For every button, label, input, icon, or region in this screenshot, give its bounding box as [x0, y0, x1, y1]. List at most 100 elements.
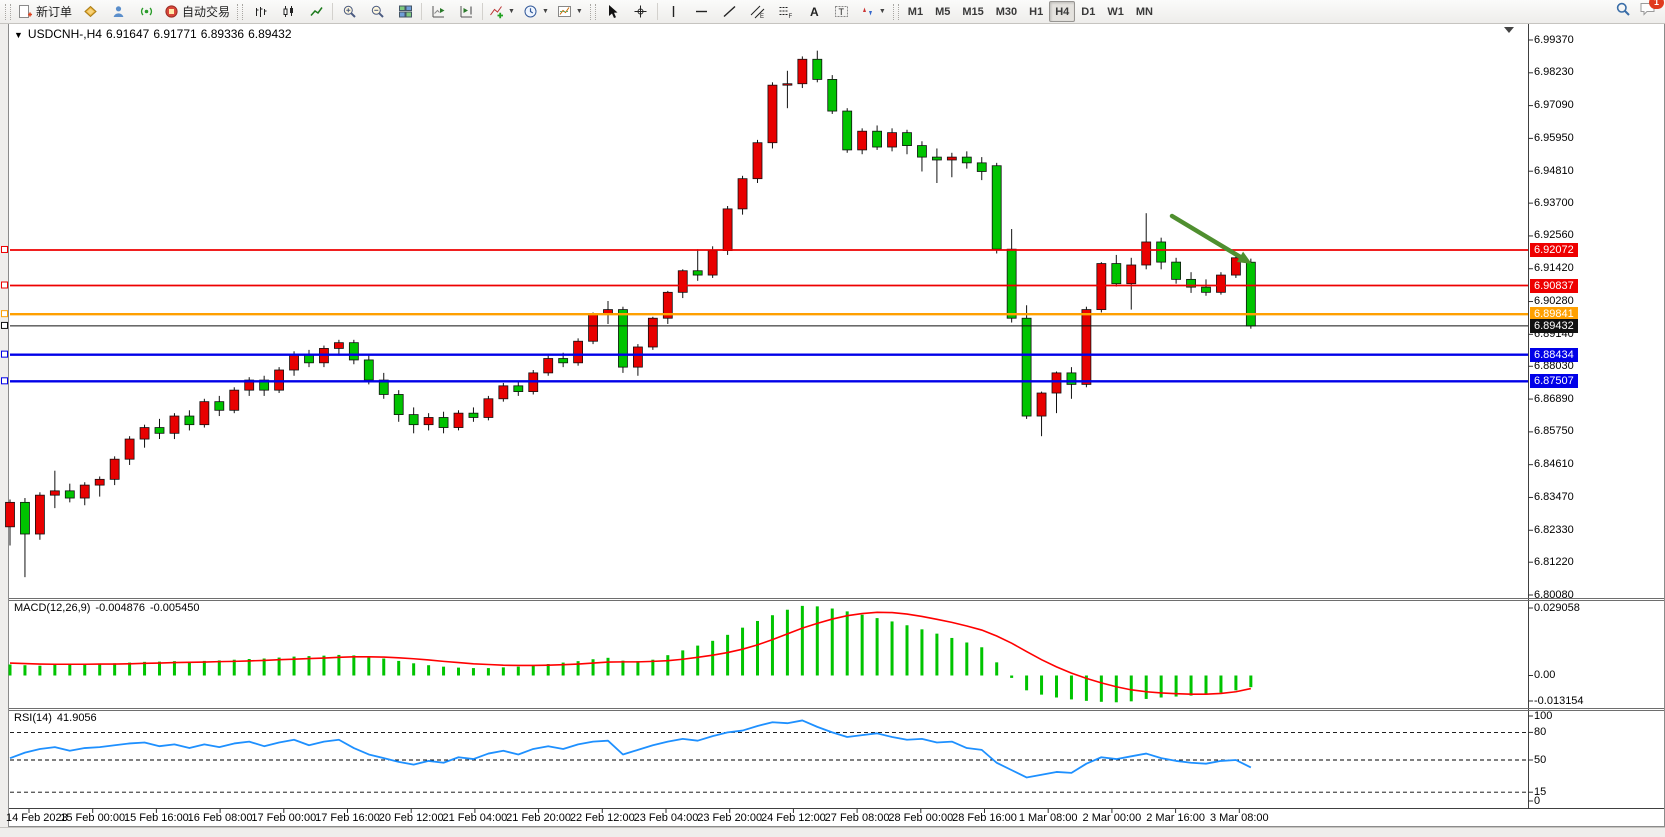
crosshair-button[interactable] [627, 1, 655, 23]
crosshair-icon [633, 4, 648, 19]
candlestick-chart-button[interactable] [274, 1, 302, 23]
macd-axis-label: 0.00 [1534, 669, 1555, 681]
timeframe-button-M5[interactable]: M5 [929, 1, 956, 22]
time-axis-label: 3 Mar 08:00 [1210, 812, 1269, 824]
timeframe-button-D1[interactable]: D1 [1075, 1, 1101, 22]
application-window: 新订单 自动交易 [0, 0, 1665, 837]
chevron-down-icon[interactable]: ▼ [14, 30, 23, 40]
templates-button[interactable]: ▼ [553, 1, 587, 23]
time-axis-label: 2 Mar 16:00 [1146, 812, 1205, 824]
autoscroll-icon [431, 4, 446, 19]
gold-ingot-button[interactable] [76, 1, 104, 23]
svg-text:T: T [839, 7, 845, 17]
price-level-tag[interactable]: 6.90837 [1530, 279, 1578, 293]
text-icon: A [806, 4, 821, 19]
toolbar-separator [482, 3, 483, 20]
clock-icon [523, 4, 538, 19]
equidistant-channel-button[interactable]: E [744, 1, 772, 23]
timeframe-button-M15[interactable]: M15 [956, 1, 989, 22]
text-button[interactable]: A [800, 1, 828, 23]
rsi-panel-title: RSI(14)41.9056 [14, 712, 102, 724]
cursor-icon [605, 4, 620, 19]
timeframe-button-M1[interactable]: M1 [902, 1, 929, 22]
main-toolbar: 新订单 自动交易 [0, 0, 1665, 24]
toolbar-separator [657, 3, 658, 20]
price-level-tag[interactable]: 6.92072 [1530, 243, 1578, 257]
bar-chart-icon [253, 4, 268, 19]
new-order-button[interactable]: 新订单 [14, 1, 76, 23]
close-value: 6.89432 [248, 27, 291, 41]
chart-shift-icon [459, 4, 474, 19]
vertical-line-button[interactable] [660, 1, 688, 23]
zoom-out-button[interactable] [363, 1, 391, 23]
price-axis-label: 6.86890 [1534, 393, 1574, 405]
svg-text:E: E [760, 14, 764, 19]
svg-text:A: A [810, 5, 819, 19]
notifications-button[interactable]: 1 [1639, 1, 1657, 22]
autotrading-button[interactable]: 自动交易 [160, 1, 234, 23]
price-level-tag[interactable]: 6.89432 [1530, 319, 1578, 333]
profile-button[interactable] [104, 1, 132, 23]
autotrading-label: 自动交易 [182, 3, 230, 20]
candlestick-chart-icon [281, 4, 296, 19]
tile-windows-button[interactable] [391, 1, 419, 23]
timeframe-button-W1[interactable]: W1 [1101, 1, 1130, 22]
price-axis-label: 6.99370 [1534, 34, 1574, 46]
time-axis-label: 15 Feb 00:00 [60, 812, 125, 824]
time-axis-label: 15 Feb 16:00 [124, 812, 189, 824]
time-axis-label: 21 Feb 04:00 [442, 812, 507, 824]
timeframe-button-H1[interactable]: H1 [1023, 1, 1049, 22]
line-chart-button[interactable] [302, 1, 330, 23]
horizontal-line-button[interactable] [688, 1, 716, 23]
rsi-axis-label: 100 [1534, 710, 1552, 722]
low-value: 6.89336 [201, 27, 244, 41]
symbol-ohlc-row[interactable]: ▼USDCNH-,H46.916476.917716.893366.89432 [14, 27, 296, 41]
time-axis-label: 21 Feb 20:00 [506, 812, 571, 824]
price-axis-label: 6.98230 [1534, 66, 1574, 78]
toolbar-grip [590, 4, 596, 20]
dropdown-caret-icon: ▼ [542, 8, 549, 15]
timeframe-button-M30[interactable]: M30 [990, 1, 1023, 22]
price-axis-label: 6.80080 [1534, 589, 1574, 601]
bar-chart-button[interactable] [246, 1, 274, 23]
zoom-in-button[interactable] [335, 1, 363, 23]
trendline-button[interactable] [716, 1, 744, 23]
search-icon[interactable] [1615, 1, 1631, 22]
zoom-out-icon [370, 4, 385, 19]
price-axis-label: 6.91420 [1534, 262, 1574, 274]
macd-panel-title: MACD(12,26,9)-0.004876-0.005450 [14, 602, 205, 614]
price-axis-label: 6.90280 [1534, 295, 1574, 307]
autoscroll-button[interactable] [424, 1, 452, 23]
fibonacci-button[interactable]: F [772, 1, 800, 23]
gold-ingot-icon [83, 4, 98, 19]
toolbar-grip [237, 4, 243, 20]
new-order-icon [18, 4, 33, 19]
toolbar-grip [893, 4, 899, 20]
time-axis-label: 23 Feb 20:00 [697, 812, 762, 824]
price-axis-label: 6.97090 [1534, 99, 1574, 111]
user-profile-icon [111, 4, 126, 19]
chart-shift-button[interactable] [452, 1, 480, 23]
time-axis-label: 16 Feb 08:00 [188, 812, 253, 824]
periods-button[interactable]: ▼ [519, 1, 553, 23]
timeframe-button-MN[interactable]: MN [1130, 1, 1159, 22]
rsi-axis-label: 0 [1534, 795, 1540, 807]
macd-signal-value: -0.005450 [150, 602, 200, 614]
timeframe-toolbar: M1M5M15M30H1H4D1W1MN [902, 1, 1159, 22]
cursor-button[interactable] [599, 1, 627, 23]
price-level-tag[interactable]: 6.87507 [1530, 374, 1578, 388]
arrows-tool-button[interactable]: ▼ [856, 1, 890, 23]
text-label-button[interactable]: T [828, 1, 856, 23]
price-axis-label: 6.95950 [1534, 132, 1574, 144]
price-axis-label: 6.84610 [1534, 458, 1574, 470]
indicators-button[interactable]: ▼ [485, 1, 519, 23]
trendline-icon [722, 4, 737, 19]
signals-button[interactable] [132, 1, 160, 23]
high-value: 6.91771 [153, 27, 196, 41]
time-axis-label: 2 Mar 00:00 [1083, 812, 1142, 824]
indicators-icon [489, 4, 504, 19]
timeframe-button-H4[interactable]: H4 [1049, 1, 1075, 22]
macd-axis-label: 0.029058 [1534, 602, 1580, 614]
line-chart-icon [309, 4, 324, 19]
price-level-tag[interactable]: 6.88434 [1530, 348, 1578, 362]
